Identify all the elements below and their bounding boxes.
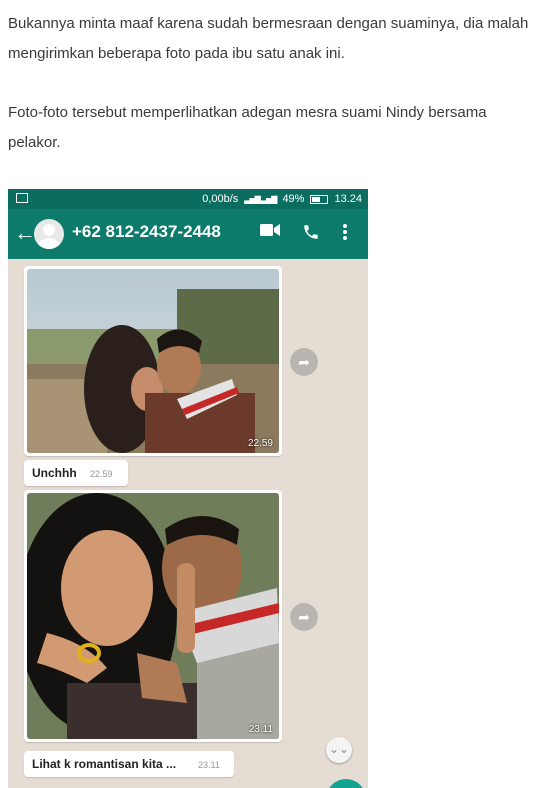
image-timestamp: 23.11	[248, 724, 273, 735]
forward-icon[interactable]: ➦	[290, 603, 318, 631]
chat-area[interactable]: 22.59 ➦ Unchhh 22.59 23.11 ➦ Lihat k rom…	[8, 259, 368, 788]
scroll-down-icon[interactable]: ⌄⌄	[326, 737, 352, 763]
message-timestamp: 23.11	[198, 760, 220, 770]
photo-couple-selfie[interactable]: 23.11	[27, 493, 279, 739]
forward-icon[interactable]: ➦	[290, 348, 318, 376]
network-speed: 0,00b/s	[202, 193, 239, 205]
image-message[interactable]: 23.11	[24, 490, 282, 742]
chat-header: ← +62 812-2437-2448	[8, 209, 368, 259]
whatsapp-screenshot: 0,00b/s ▃▅▇ ▃▅▇ 49% 13.24 ← +62 812-2437…	[8, 189, 368, 788]
message-text: Lihat k romantisan kita ...	[32, 757, 177, 771]
fab-button[interactable]	[326, 779, 366, 788]
battery-icon	[310, 194, 329, 204]
image-message[interactable]: 22.59	[24, 266, 282, 456]
photo-couple-outdoor[interactable]: 22.59	[27, 269, 279, 453]
battery-percent: 49%	[282, 193, 305, 205]
status-bar: 0,00b/s ▃▅▇ ▃▅▇ 49% 13.24	[8, 189, 368, 209]
article-paragraph-2: Foto-foto tersebut memperlihatkan adegan…	[8, 104, 487, 151]
image-notification-icon	[16, 193, 28, 203]
avatar[interactable]	[34, 219, 64, 249]
message-timestamp: 22.59	[90, 469, 113, 479]
contact-name[interactable]: +62 812-2437-2448	[72, 222, 221, 242]
signal-icon: ▃▅▇ ▃▅▇	[244, 194, 277, 204]
video-camera-icon[interactable]	[260, 223, 280, 242]
article-paragraph-1: Bukannya minta maaf karena sudah bermesr…	[8, 15, 529, 62]
arrow-left-icon[interactable]: ←	[14, 221, 36, 245]
image-timestamp: 22.59	[247, 438, 273, 449]
status-time: 13.24	[334, 193, 362, 205]
phone-icon[interactable]	[302, 223, 320, 246]
text-message[interactable]: Unchhh 22.59	[24, 460, 128, 486]
message-text: Unchhh	[32, 466, 77, 480]
more-vertical-icon[interactable]	[342, 223, 348, 246]
text-message[interactable]: Lihat k romantisan kita ... 23.11	[24, 751, 234, 777]
